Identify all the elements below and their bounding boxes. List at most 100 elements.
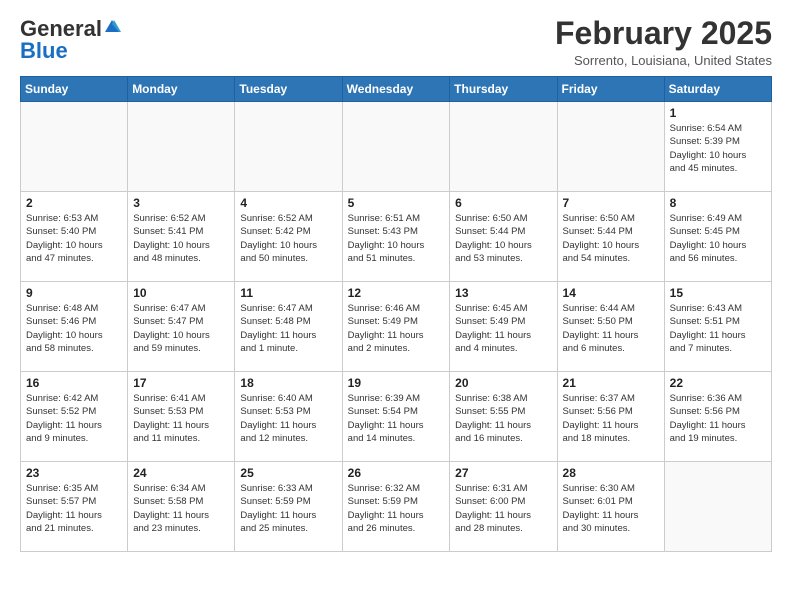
- header-friday: Friday: [557, 77, 664, 102]
- calendar-cell: 17 Sunrise: 6:41 AM Sunset: 5:53 PM Dayli…: [128, 372, 235, 462]
- calendar-cell: 16 Sunrise: 6:42 AM Sunset: 5:52 PM Dayli…: [21, 372, 128, 462]
- day-number: 20: [455, 376, 551, 390]
- day-info: Sunrise: 6:47 AM Sunset: 5:48 PM Dayligh…: [240, 302, 336, 355]
- day-number: 16: [26, 376, 122, 390]
- day-number: 17: [133, 376, 229, 390]
- day-info: Sunrise: 6:36 AM Sunset: 5:56 PM Dayligh…: [670, 392, 766, 445]
- day-info: Sunrise: 6:52 AM Sunset: 5:42 PM Dayligh…: [240, 212, 336, 265]
- day-info: Sunrise: 6:43 AM Sunset: 5:51 PM Dayligh…: [670, 302, 766, 355]
- day-info: Sunrise: 6:38 AM Sunset: 5:55 PM Dayligh…: [455, 392, 551, 445]
- weekday-header-row: Sunday Monday Tuesday Wednesday Thursday…: [21, 77, 772, 102]
- day-info: Sunrise: 6:54 AM Sunset: 5:39 PM Dayligh…: [670, 122, 766, 175]
- day-info: Sunrise: 6:42 AM Sunset: 5:52 PM Dayligh…: [26, 392, 122, 445]
- calendar-cell: 20 Sunrise: 6:38 AM Sunset: 5:55 PM Dayli…: [450, 372, 557, 462]
- calendar-cell: [128, 102, 235, 192]
- calendar-cell: 26Sunrise: 6:32 AM Sunset: 5:59 PM Dayli…: [342, 462, 450, 552]
- calendar-cell: 14 Sunrise: 6:44 AM Sunset: 5:50 PM Dayli…: [557, 282, 664, 372]
- calendar-cell: 15 Sunrise: 6:43 AM Sunset: 5:51 PM Dayli…: [664, 282, 771, 372]
- day-info: Sunrise: 6:30 AM Sunset: 6:01 PM Dayligh…: [563, 482, 659, 535]
- day-number: 8: [670, 196, 766, 210]
- calendar-week-row: 16 Sunrise: 6:42 AM Sunset: 5:52 PM Dayli…: [21, 372, 772, 462]
- day-info: Sunrise: 6:41 AM Sunset: 5:53 PM Dayligh…: [133, 392, 229, 445]
- calendar-cell: 5 Sunrise: 6:51 AM Sunset: 5:43 PM Daylig…: [342, 192, 450, 282]
- calendar-cell: 24Sunrise: 6:34 AM Sunset: 5:58 PM Dayli…: [128, 462, 235, 552]
- header-wednesday: Wednesday: [342, 77, 450, 102]
- calendar-cell: [21, 102, 128, 192]
- calendar-cell: 21 Sunrise: 6:37 AM Sunset: 5:56 PM Dayli…: [557, 372, 664, 462]
- logo-icon: [103, 18, 121, 36]
- day-info: Sunrise: 6:35 AM Sunset: 5:57 PM Dayligh…: [26, 482, 122, 535]
- logo: General Blue: [20, 16, 121, 64]
- calendar-week-row: 1 Sunrise: 6:54 AM Sunset: 5:39 PM Daylig…: [21, 102, 772, 192]
- header-thursday: Thursday: [450, 77, 557, 102]
- day-number: 25: [240, 466, 336, 480]
- calendar-cell: 9 Sunrise: 6:48 AM Sunset: 5:46 PM Daylig…: [21, 282, 128, 372]
- calendar-cell: 28 Sunrise: 6:30 AM Sunset: 6:01 PM Dayli…: [557, 462, 664, 552]
- day-number: 5: [348, 196, 445, 210]
- day-info: Sunrise: 6:45 AM Sunset: 5:49 PM Dayligh…: [455, 302, 551, 355]
- calendar-cell: [450, 102, 557, 192]
- day-number: 13: [455, 286, 551, 300]
- day-info: Sunrise: 6:50 AM Sunset: 5:44 PM Dayligh…: [563, 212, 659, 265]
- day-info: Sunrise: 6:32 AM Sunset: 5:59 PM Dayligh…: [348, 482, 445, 535]
- calendar-cell: 3 Sunrise: 6:52 AM Sunset: 5:41 PM Daylig…: [128, 192, 235, 282]
- day-info: Sunrise: 6:44 AM Sunset: 5:50 PM Dayligh…: [563, 302, 659, 355]
- day-info: Sunrise: 6:53 AM Sunset: 5:40 PM Dayligh…: [26, 212, 122, 265]
- calendar-cell: [235, 102, 342, 192]
- calendar: Sunday Monday Tuesday Wednesday Thursday…: [20, 76, 772, 552]
- calendar-cell: 25 Sunrise: 6:33 AM Sunset: 5:59 PM Dayli…: [235, 462, 342, 552]
- day-number: 22: [670, 376, 766, 390]
- day-info: Sunrise: 6:31 AM Sunset: 6:00 PM Dayligh…: [455, 482, 551, 535]
- calendar-week-row: 2 Sunrise: 6:53 AM Sunset: 5:40 PM Daylig…: [21, 192, 772, 282]
- day-number: 6: [455, 196, 551, 210]
- header-sunday: Sunday: [21, 77, 128, 102]
- header-saturday: Saturday: [664, 77, 771, 102]
- day-info: Sunrise: 6:51 AM Sunset: 5:43 PM Dayligh…: [348, 212, 445, 265]
- calendar-week-row: 9 Sunrise: 6:48 AM Sunset: 5:46 PM Daylig…: [21, 282, 772, 372]
- header: General Blue February 2025 Sorrento, Lou…: [20, 16, 772, 68]
- calendar-cell: 19Sunrise: 6:39 AM Sunset: 5:54 PM Dayli…: [342, 372, 450, 462]
- calendar-cell: 12Sunrise: 6:46 AM Sunset: 5:49 PM Dayli…: [342, 282, 450, 372]
- title-block: February 2025 Sorrento, Louisiana, Unite…: [555, 16, 772, 68]
- day-number: 23: [26, 466, 122, 480]
- day-number: 7: [563, 196, 659, 210]
- header-tuesday: Tuesday: [235, 77, 342, 102]
- calendar-cell: 1 Sunrise: 6:54 AM Sunset: 5:39 PM Daylig…: [664, 102, 771, 192]
- day-number: 3: [133, 196, 229, 210]
- calendar-cell: 2 Sunrise: 6:53 AM Sunset: 5:40 PM Daylig…: [21, 192, 128, 282]
- location: Sorrento, Louisiana, United States: [555, 53, 772, 68]
- day-number: 15: [670, 286, 766, 300]
- day-info: Sunrise: 6:39 AM Sunset: 5:54 PM Dayligh…: [348, 392, 445, 445]
- calendar-cell: 11 Sunrise: 6:47 AM Sunset: 5:48 PM Dayli…: [235, 282, 342, 372]
- day-number: 27: [455, 466, 551, 480]
- day-number: 4: [240, 196, 336, 210]
- day-info: Sunrise: 6:49 AM Sunset: 5:45 PM Dayligh…: [670, 212, 766, 265]
- day-info: Sunrise: 6:37 AM Sunset: 5:56 PM Dayligh…: [563, 392, 659, 445]
- month-title: February 2025: [555, 16, 772, 51]
- day-number: 10: [133, 286, 229, 300]
- day-number: 9: [26, 286, 122, 300]
- day-info: Sunrise: 6:52 AM Sunset: 5:41 PM Dayligh…: [133, 212, 229, 265]
- day-number: 1: [670, 106, 766, 120]
- calendar-cell: 22 Sunrise: 6:36 AM Sunset: 5:56 PM Dayli…: [664, 372, 771, 462]
- day-number: 21: [563, 376, 659, 390]
- day-info: Sunrise: 6:33 AM Sunset: 5:59 PM Dayligh…: [240, 482, 336, 535]
- day-info: Sunrise: 6:40 AM Sunset: 5:53 PM Dayligh…: [240, 392, 336, 445]
- day-number: 14: [563, 286, 659, 300]
- calendar-week-row: 23 Sunrise: 6:35 AM Sunset: 5:57 PM Dayli…: [21, 462, 772, 552]
- calendar-cell: 7 Sunrise: 6:50 AM Sunset: 5:44 PM Daylig…: [557, 192, 664, 282]
- day-info: Sunrise: 6:48 AM Sunset: 5:46 PM Dayligh…: [26, 302, 122, 355]
- day-number: 2: [26, 196, 122, 210]
- day-info: Sunrise: 6:34 AM Sunset: 5:58 PM Dayligh…: [133, 482, 229, 535]
- calendar-cell: 27 Sunrise: 6:31 AM Sunset: 6:00 PM Dayli…: [450, 462, 557, 552]
- day-info: Sunrise: 6:50 AM Sunset: 5:44 PM Dayligh…: [455, 212, 551, 265]
- calendar-cell: 13 Sunrise: 6:45 AM Sunset: 5:49 PM Dayli…: [450, 282, 557, 372]
- day-number: 11: [240, 286, 336, 300]
- calendar-cell: 18Sunrise: 6:40 AM Sunset: 5:53 PM Dayli…: [235, 372, 342, 462]
- day-number: 28: [563, 466, 659, 480]
- calendar-cell: [557, 102, 664, 192]
- page: General Blue February 2025 Sorrento, Lou…: [0, 0, 792, 568]
- calendar-cell: 4 Sunrise: 6:52 AM Sunset: 5:42 PM Daylig…: [235, 192, 342, 282]
- header-monday: Monday: [128, 77, 235, 102]
- day-info: Sunrise: 6:46 AM Sunset: 5:49 PM Dayligh…: [348, 302, 445, 355]
